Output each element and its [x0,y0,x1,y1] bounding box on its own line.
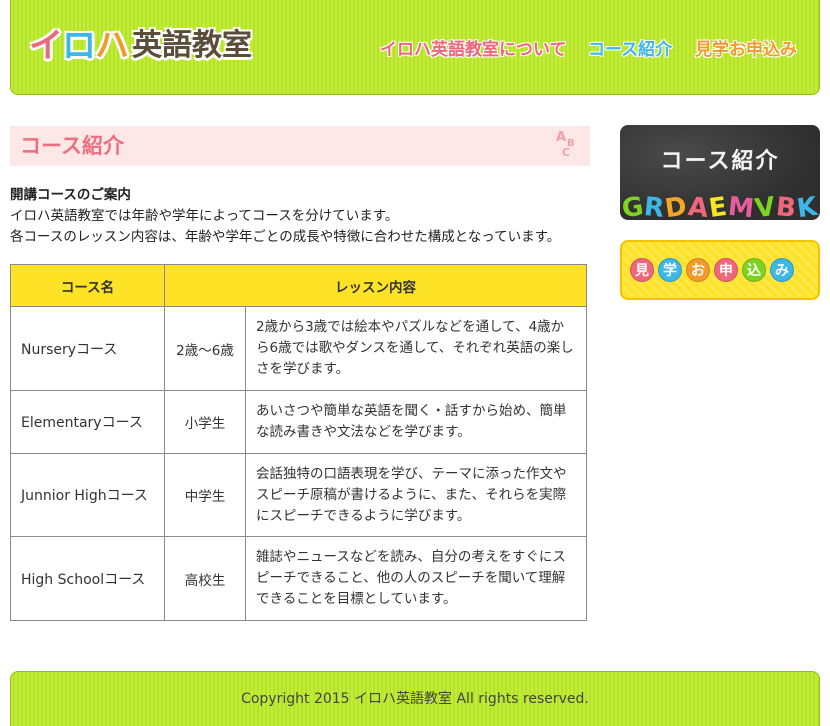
course-target: 中学生 [164,453,246,537]
logo-kanji: 英語教室 [132,28,252,63]
apply-char: 見 [630,258,654,282]
course-banner[interactable]: コース紹介 GRDAEMVBK [620,125,820,220]
table-row: Nurseryコース 2歳～6歳 2歳から3歳では絵本やパズルなどを通して、4歳… [10,306,587,391]
course-banner-label: コース紹介 [660,149,780,174]
logo-kana: イ ロ ハ [29,25,129,67]
site-header: イ ロ ハ 英語教室 イロハ英語教室について コース紹介 見学お申込み [10,0,820,95]
table-row: Elementaryコース 小学生 あいさつや簡単な英語を聞く・話すから始め、簡… [10,390,587,454]
table-header-row: コース名 レッスン内容 [10,264,587,307]
course-intro: 開講コースのご案内 イロハ英語教室では年齢や学年によってコースを分けています。 … [10,185,590,248]
course-name: Junnior Highコース [10,453,165,537]
banner-letter: G [620,191,646,220]
copyright-text: Copyright 2015 イロハ英語教室 All rights reserv… [241,691,589,707]
logo-kana-i: イ [29,26,63,66]
intro-line: 各コースのレッスン内容は、年齢や学年ごとの成長や特徴に合わせた構成となっています… [10,229,561,245]
column-header-lesson-content: レッスン内容 [164,264,587,307]
banner-letter: E [707,191,729,220]
banner-letter: A [686,192,710,220]
site-logo[interactable]: イ ロ ハ 英語教室 [29,22,252,70]
course-description: 雑誌やニュースなどを読み、自分の考えをすぐにスピーチできること、他の人のスピーチ… [245,536,587,621]
apply-char: み [770,258,794,282]
course-name: High Schoolコース [10,536,165,621]
apply-char: 込 [742,258,766,282]
course-description: 2歳から3歳では絵本やパズルなどを通して、4歳から6歳では歌やダンスを通して、そ… [245,306,587,391]
page-title: コース紹介 [20,134,124,158]
course-name: Elementaryコース [10,390,165,454]
nav-link-course[interactable]: コース紹介 [588,38,672,62]
nav-link-about[interactable]: イロハ英語教室について [380,38,567,62]
banner-letters: GRDAEMVBK [620,191,820,220]
abc-icon: ABC [556,130,575,159]
logo-kana-ha: ハ [95,26,129,66]
apply-char: お [686,258,710,282]
intro-line: イロハ英語教室では年齢や学年によってコースを分けています。 [10,208,399,224]
page-title-bar: コース紹介 ABC [10,126,590,166]
apply-banner[interactable]: 見学お申込み [620,240,820,300]
banner-letter: M [726,191,756,220]
nav-link-apply[interactable]: 見学お申込み [695,38,797,62]
logo-kana-ro: ロ [62,26,96,66]
apply-banner-chars: 見学お申込み [630,258,794,282]
apply-char: 学 [658,258,682,282]
column-header-course-name: コース名 [10,264,165,307]
banner-letter: D [663,191,689,220]
banner-letter: B [774,192,798,220]
banner-letter: V [752,191,777,220]
apply-char: 申 [714,258,738,282]
course-description: 会話独特の口語表現を学び、テーマに添った作文やスピーチ原稿が書けるように、また、… [245,453,587,537]
course-target: 2歳～6歳 [164,306,246,391]
table-row: Junnior Highコース 中学生 会話独特の口語表現を学び、テーマに添った… [10,453,587,537]
table-row: High Schoolコース 高校生 雑誌やニュースなどを読み、自分の考えをすぐ… [10,536,587,621]
site-footer: Copyright 2015 イロハ英語教室 All rights reserv… [10,671,820,726]
intro-heading: 開講コースのご案内 [10,187,131,203]
course-name: Nurseryコース [10,306,165,391]
course-target: 高校生 [164,536,246,621]
course-description: あいさつや簡単な英語を聞く・話すから始め、簡単な読み書きや文法などを学びます。 [245,390,587,454]
banner-letter: K [794,191,819,220]
course-target: 小学生 [164,390,246,454]
course-table: コース名 レッスン内容 Nurseryコース 2歳～6歳 2歳から3歳では絵本や… [10,264,587,621]
